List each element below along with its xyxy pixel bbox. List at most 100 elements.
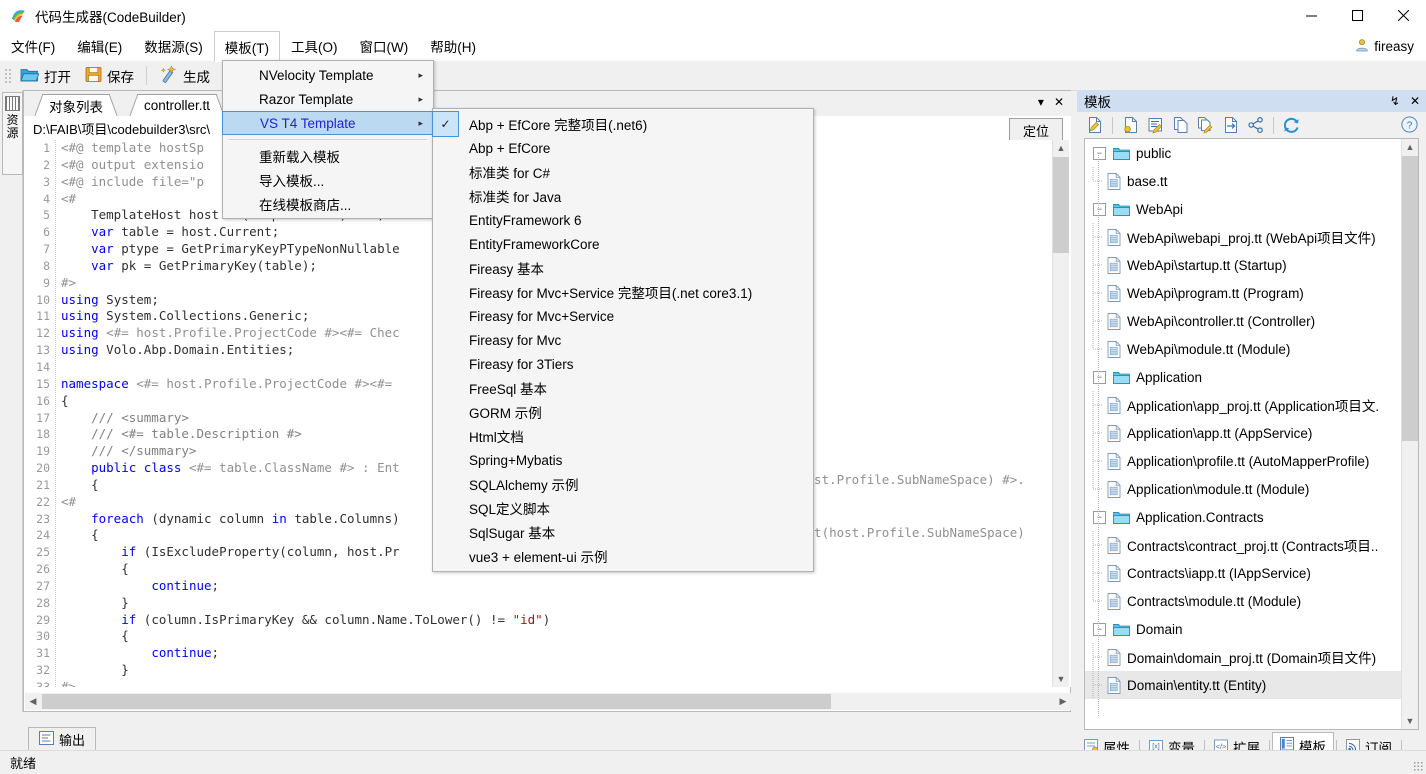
editor-tab-controller-tt[interactable]: controller.tt — [129, 94, 226, 117]
tree-file-row[interactable]: Contracts\contract_proj.tt (Contracts项目.… — [1085, 531, 1402, 559]
tree-file-row[interactable]: WebApi\program.tt (Program) — [1085, 279, 1402, 307]
tree-scroll-down-icon[interactable]: ▼ — [1402, 713, 1418, 729]
template-menu-item-5[interactable]: 在线模板商店... — [223, 192, 433, 216]
tab-list-dropdown-icon[interactable]: ▾ — [1038, 95, 1044, 109]
tree-scroll-up-icon[interactable]: ▲ — [1402, 139, 1418, 155]
scroll-down-icon[interactable]: ▼ — [1053, 671, 1069, 687]
code-line[interactable]: { — [61, 628, 1061, 645]
menu-file[interactable]: 文件(F) — [0, 31, 66, 61]
panel-close-icon[interactable]: ✕ — [1410, 94, 1420, 108]
copy-icon[interactable] — [1170, 115, 1191, 136]
resize-grip[interactable] — [1413, 761, 1423, 771]
template-submenu-item-15[interactable]: SQLAlchemy 示例 — [433, 472, 813, 496]
tree-expand-toggle[interactable]: − — [1093, 370, 1106, 384]
close-button[interactable] — [1380, 0, 1426, 31]
template-submenu-item-8[interactable]: Fireasy for Mvc+Service — [433, 304, 813, 328]
tree-file-row[interactable]: Domain\domain_proj.tt (Domain项目文件) — [1085, 643, 1402, 671]
toolbar-grip[interactable] — [3, 66, 11, 85]
template-submenu-item-10[interactable]: Fireasy for 3Tiers — [433, 352, 813, 376]
tree-file-row[interactable]: Application\module.tt (Module) — [1085, 475, 1402, 503]
tree-file-row[interactable]: Application\app.tt (AppService) — [1085, 419, 1402, 447]
tree-scroll-thumb[interactable] — [1402, 156, 1418, 441]
menu-window[interactable]: 窗口(W) — [349, 31, 420, 61]
tree-file-row[interactable]: WebApi\controller.tt (Controller) — [1085, 307, 1402, 335]
code-line[interactable]: continue; — [61, 578, 1061, 595]
code-line[interactable]: if (column.IsPrimaryKey && column.Name.T… — [61, 612, 1061, 629]
code-line[interactable]: continue; — [61, 645, 1061, 662]
tree-vertical-scrollbar[interactable]: ▲ ▼ — [1401, 139, 1418, 729]
new-file-icon[interactable] — [1120, 115, 1141, 136]
template-submenu-item-3[interactable]: 标准类 for Java — [433, 184, 813, 208]
tab-close-icon[interactable]: ✕ — [1054, 95, 1064, 109]
template-menu-item-1[interactable]: Razor Template ▸ — [223, 87, 433, 111]
tree-folder-row[interactable]: − Domain — [1085, 615, 1402, 643]
pin-icon[interactable]: ↯ — [1390, 94, 1400, 108]
editor-vertical-scrollbar[interactable]: ▲ ▼ — [1052, 140, 1069, 687]
tree-file-row[interactable]: base.tt — [1085, 167, 1402, 195]
generate-button[interactable]: 生成 — [152, 61, 217, 90]
template-submenu-item-2[interactable]: 标准类 for C# — [433, 160, 813, 184]
template-menu-item-2[interactable]: VS T4 Template ▸ — [222, 111, 434, 135]
code-line[interactable]: #> — [61, 679, 1061, 687]
template-submenu-item-0[interactable]: Abp + EfCore 完整项目(.net6) — [433, 112, 813, 136]
vertical-scroll-thumb[interactable] — [1053, 157, 1069, 253]
open-button[interactable]: 打开 — [13, 61, 78, 90]
output-tab[interactable]: 输出 — [28, 727, 97, 750]
template-menu-item-0[interactable]: NVelocity Template ▸ — [223, 63, 433, 87]
code-line[interactable]: } — [61, 595, 1061, 612]
tree-file-row[interactable]: Domain\entity.tt (Entity) — [1085, 671, 1402, 699]
tree-file-row[interactable]: Application\profile.tt (AutoMapperProfil… — [1085, 447, 1402, 475]
tree-expand-toggle[interactable]: − — [1093, 510, 1106, 524]
template-submenu-item-14[interactable]: Spring+Mybatis — [433, 448, 813, 472]
tree-folder-row[interactable]: − Application.Contracts — [1085, 503, 1402, 531]
template-menu-item-3[interactable]: 重新载入模板 — [223, 144, 433, 168]
menu-template[interactable]: 模板(T) — [213, 31, 280, 62]
menu-datasource[interactable]: 数据源(S) — [133, 31, 214, 61]
tree-folder-row[interactable]: − WebApi — [1085, 195, 1402, 223]
tree-expand-toggle[interactable]: − — [1093, 146, 1106, 160]
template-submenu-item-6[interactable]: Fireasy 基本 — [433, 256, 813, 280]
scroll-up-icon[interactable]: ▲ — [1053, 140, 1069, 156]
template-submenu-item-13[interactable]: Html文档 — [433, 424, 813, 448]
editor-horizontal-scrollbar[interactable]: ◀ ▶ — [25, 693, 1071, 710]
template-submenu-item-5[interactable]: EntityFrameworkCore — [433, 232, 813, 256]
template-submenu-item-7[interactable]: Fireasy for Mvc+Service 完整项目(.net core3.… — [433, 280, 813, 304]
tree-file-row[interactable]: WebApi\module.tt (Module) — [1085, 335, 1402, 363]
template-submenu-item-18[interactable]: vue3 + element-ui 示例 — [433, 544, 813, 568]
template-submenu-item-4[interactable]: EntityFramework 6 — [433, 208, 813, 232]
tree-file-row[interactable]: WebApi\startup.tt (Startup) — [1085, 251, 1402, 279]
maximize-button[interactable] — [1334, 0, 1380, 31]
refresh-icon[interactable] — [1281, 115, 1302, 136]
menu-edit[interactable]: 编辑(E) — [66, 31, 133, 61]
resource-panel-tab[interactable]: 资源 — [2, 92, 23, 175]
template-submenu-item-9[interactable]: Fireasy for Mvc — [433, 328, 813, 352]
save-button[interactable]: 保存 — [78, 61, 141, 90]
help-icon[interactable]: ? — [1401, 116, 1418, 133]
current-user[interactable]: fireasy — [1355, 31, 1414, 61]
tree-expand-toggle[interactable]: − — [1093, 202, 1106, 216]
template-submenu-item-17[interactable]: SqlSugar 基本 — [433, 520, 813, 544]
tree-expand-toggle[interactable]: − — [1093, 622, 1106, 636]
tree-file-row[interactable]: Application\app_proj.tt (Application项目文. — [1085, 391, 1402, 419]
tree-folder-row[interactable]: − Application — [1085, 363, 1402, 391]
minimize-button[interactable] — [1288, 0, 1334, 31]
template-submenu-item-1[interactable]: Abp + EfCore — [433, 136, 813, 160]
locate-button[interactable]: 定位 — [1009, 118, 1063, 142]
template-submenu-item-11[interactable]: FreeSql 基本 — [433, 376, 813, 400]
export-icon[interactable] — [1220, 115, 1241, 136]
duplicate-edit-icon[interactable] — [1195, 115, 1216, 136]
share-icon[interactable] — [1245, 115, 1266, 136]
scroll-left-icon[interactable]: ◀ — [25, 693, 41, 710]
template-menu-item-4[interactable]: 导入模板... — [223, 168, 433, 192]
scroll-right-icon[interactable]: ▶ — [1055, 693, 1071, 710]
tree-file-row[interactable]: WebApi\webapi_proj.tt (WebApi项目文件) — [1085, 223, 1402, 251]
menu-help[interactable]: 帮助(H) — [419, 31, 487, 61]
template-tree[interactable]: − public base.tt − WebApi WebApi\webapi_proj.… — [1084, 138, 1419, 730]
new-template-icon[interactable] — [1084, 115, 1105, 136]
code-line[interactable]: } — [61, 662, 1061, 679]
edit-template-icon[interactable] — [1145, 115, 1166, 136]
template-submenu-item-16[interactable]: SQL定义脚本 — [433, 496, 813, 520]
tree-file-row[interactable]: Contracts\module.tt (Module) — [1085, 587, 1402, 615]
template-submenu-item-12[interactable]: GORM 示例 — [433, 400, 813, 424]
menu-tools[interactable]: 工具(O) — [280, 31, 349, 61]
